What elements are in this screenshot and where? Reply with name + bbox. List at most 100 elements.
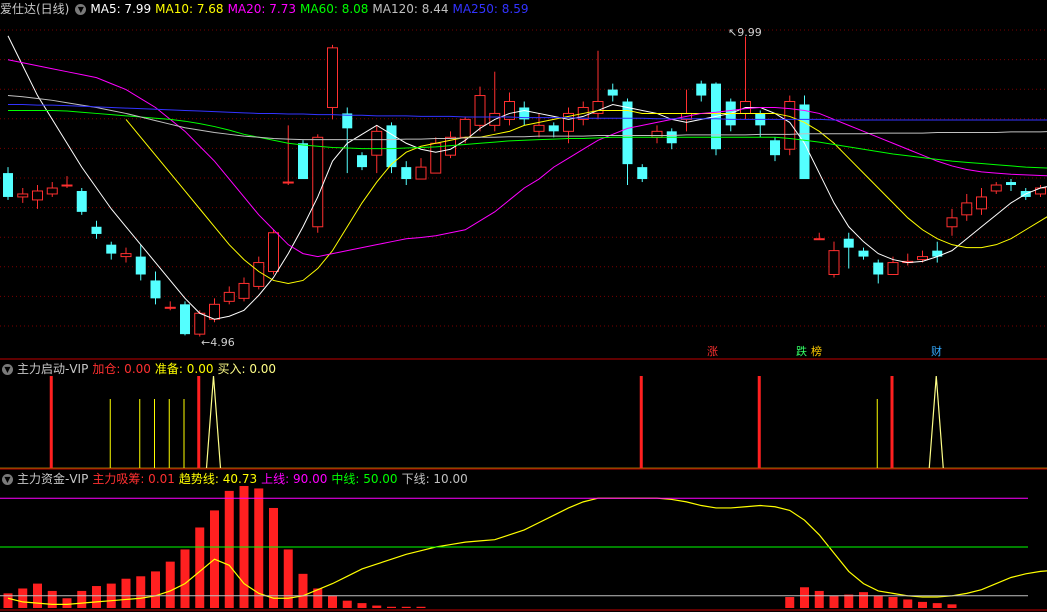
collapse-icon[interactable]: ▼ [2,364,13,375]
accumulation-bar [800,587,809,608]
accumulation-bar [151,571,160,608]
collapse-icon[interactable]: ▼ [2,474,13,485]
candle-down [91,226,102,234]
main-force-fund-panel[interactable] [0,486,1047,608]
ma-legend-item: MA10: 7.68 [155,2,224,16]
candle-up [61,184,73,187]
panel2-legend-item: 主力吸筹: 0.01 [92,472,175,486]
ma-legend-item: MA250: 8.59 [452,2,529,16]
candle-down [1006,182,1016,186]
stock-chart-canvas[interactable] [0,0,1047,612]
low-price-label: 4.96 [210,336,235,349]
add-position-bar [49,376,53,468]
candle-down [357,155,367,168]
candle-down [298,143,308,180]
candle-down [106,244,117,254]
candle-up [976,196,987,210]
candle-up [209,303,220,320]
candle-up [32,190,43,201]
candle-down [607,89,618,96]
accumulation-bar [92,586,101,608]
candle-down [76,190,87,212]
candle-up [164,306,176,309]
candle-up [120,253,132,258]
low-price-marker: ←4.96 [201,336,235,349]
badge-limit-up[interactable]: 涨 [705,345,720,358]
badge-limit-down[interactable]: 跌 [794,345,809,358]
ma-line-ma5 [7,35,1047,320]
panel1-legend: ▼ 主力启动-VIP 加仓: 0.00 准备: 0.00 买入: 0.00 [0,361,284,377]
ma-legend-item: MA120: 8.44 [372,2,449,16]
add-position-bar [757,376,761,468]
candle-down [150,280,161,299]
candle-up [282,181,294,184]
candle-down [135,256,146,275]
badge-ranking[interactable]: 榜 [809,345,824,358]
panel2-legend-item: 中线: 50.00 [331,472,398,486]
candle-down [637,167,648,180]
badge-text: 涨 [707,345,718,358]
accumulation-bar [254,488,264,608]
add-position-bar [197,376,201,468]
accumulation-bar [401,606,411,608]
high-price-marker: ↖9.99 [728,26,762,39]
accumulation-bar [62,598,72,608]
candle-up [194,312,206,335]
candle-up [415,166,427,180]
badge-text: 财 [931,345,942,358]
ma-legend-item: MA60: 8.08 [300,2,369,16]
add-position-bar [639,376,643,468]
candle-up [961,202,973,216]
accumulation-bar [785,597,795,608]
candle-up [990,184,1002,192]
badge-text: 跌 [796,345,807,358]
accumulation-bar [387,606,396,608]
accumulation-bar [224,490,234,608]
accumulation-bar [77,590,87,608]
accumulation-bar [932,603,942,608]
accumulation-bar [844,594,854,608]
candlestick-panel[interactable] [3,36,1047,337]
accumulation-bar [903,599,913,608]
candle-down [696,83,707,96]
candle-down [858,250,869,257]
candle-up [327,47,338,108]
collapse-icon[interactable]: ▼ [75,4,87,15]
stock-title: 爱仕达(日线) [0,2,70,16]
accumulation-bar [47,590,57,608]
accumulation-bar [918,601,927,608]
candle-down [180,304,190,335]
panel1-legend-item: 买入: 0.00 [217,362,277,376]
candle-up [312,136,324,228]
ma-line-ma20 [7,59,1047,258]
accumulation-bar [357,603,367,608]
panel2-legend: ▼ 主力资金-VIP 主力吸筹: 0.01 趋势线: 40.73 上线: 90.00 中线… [0,471,476,487]
accumulation-bar [859,592,868,608]
candle-up [238,282,250,299]
accumulation-bar [416,606,426,608]
accumulation-bar [269,507,278,608]
accumulation-bar [18,588,28,608]
accumulation-bar [328,595,337,608]
trend-line [7,497,1047,605]
candle-up [828,250,840,275]
candle-down [3,173,13,197]
main-legend: 爱仕达(日线) ▼ MA5: 7.99 MA10: 7.68 MA20: 7.73 MA6… [0,1,537,17]
accumulation-bar [947,604,957,608]
candle-up [268,232,279,273]
candle-up [651,130,663,138]
accumulation-bar [165,561,175,608]
candle-up [430,142,442,174]
candle-up [917,256,928,261]
candle-down [799,104,810,180]
accumulation-bar [888,597,898,608]
accumulation-bar [180,549,190,608]
ma-legend-item: MA20: 7.73 [227,2,296,16]
accumulation-bar [283,549,293,608]
main-force-start-panel[interactable] [49,375,944,469]
accumulation-bar [342,600,352,608]
candle-up [17,193,29,198]
panel1-legend-item: 准备: 0.00 [154,362,214,376]
badge-finance[interactable]: 财 [929,345,944,358]
accumulation-bar [136,576,146,608]
